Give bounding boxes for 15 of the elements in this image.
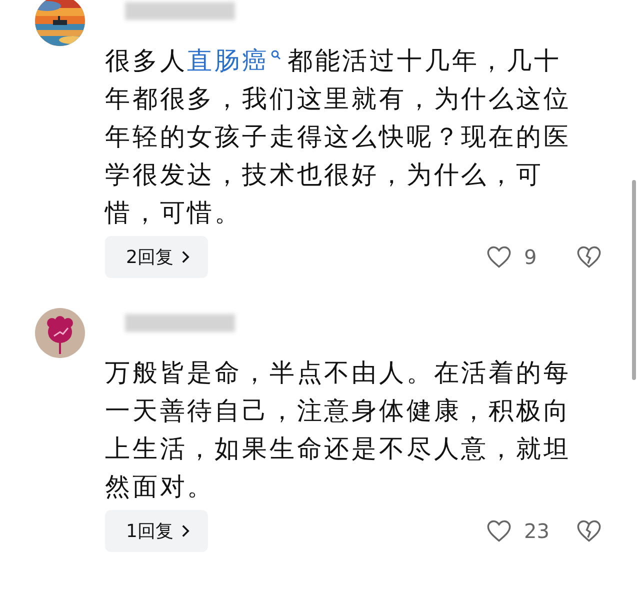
heart-icon[interactable]	[486, 519, 512, 543]
replies-button[interactable]: 1回复	[105, 510, 208, 552]
comment-text: 很多人直肠癌 都能活过十几年，几十年都很多，我们这里就有，为什么这位年轻的女孩子走得这么快呢？现在的医学很发达，技术也很好，为什么，可惜，可惜。	[105, 45, 572, 229]
heart-icon[interactable]	[486, 245, 512, 269]
chevron-icon	[181, 250, 190, 264]
chevron-icon	[181, 524, 190, 538]
keyword-link[interactable]: 直肠癌	[187, 46, 288, 75]
search-icon	[271, 50, 282, 62]
like-count: 23	[523, 519, 550, 543]
comment-text: 万般皆是命，半点不由人。在活着的每一天善待自己，注意身体健康，积极向上生活，如果生命还是不尽人意，就坦然面对。	[105, 357, 572, 503]
like-count: 9	[523, 245, 538, 269]
replies-button[interactable]: 2回复	[105, 236, 208, 278]
broken-heart-icon[interactable]	[576, 519, 602, 543]
broken-heart-icon[interactable]	[576, 245, 602, 269]
scrollbar[interactable]	[632, 180, 636, 380]
